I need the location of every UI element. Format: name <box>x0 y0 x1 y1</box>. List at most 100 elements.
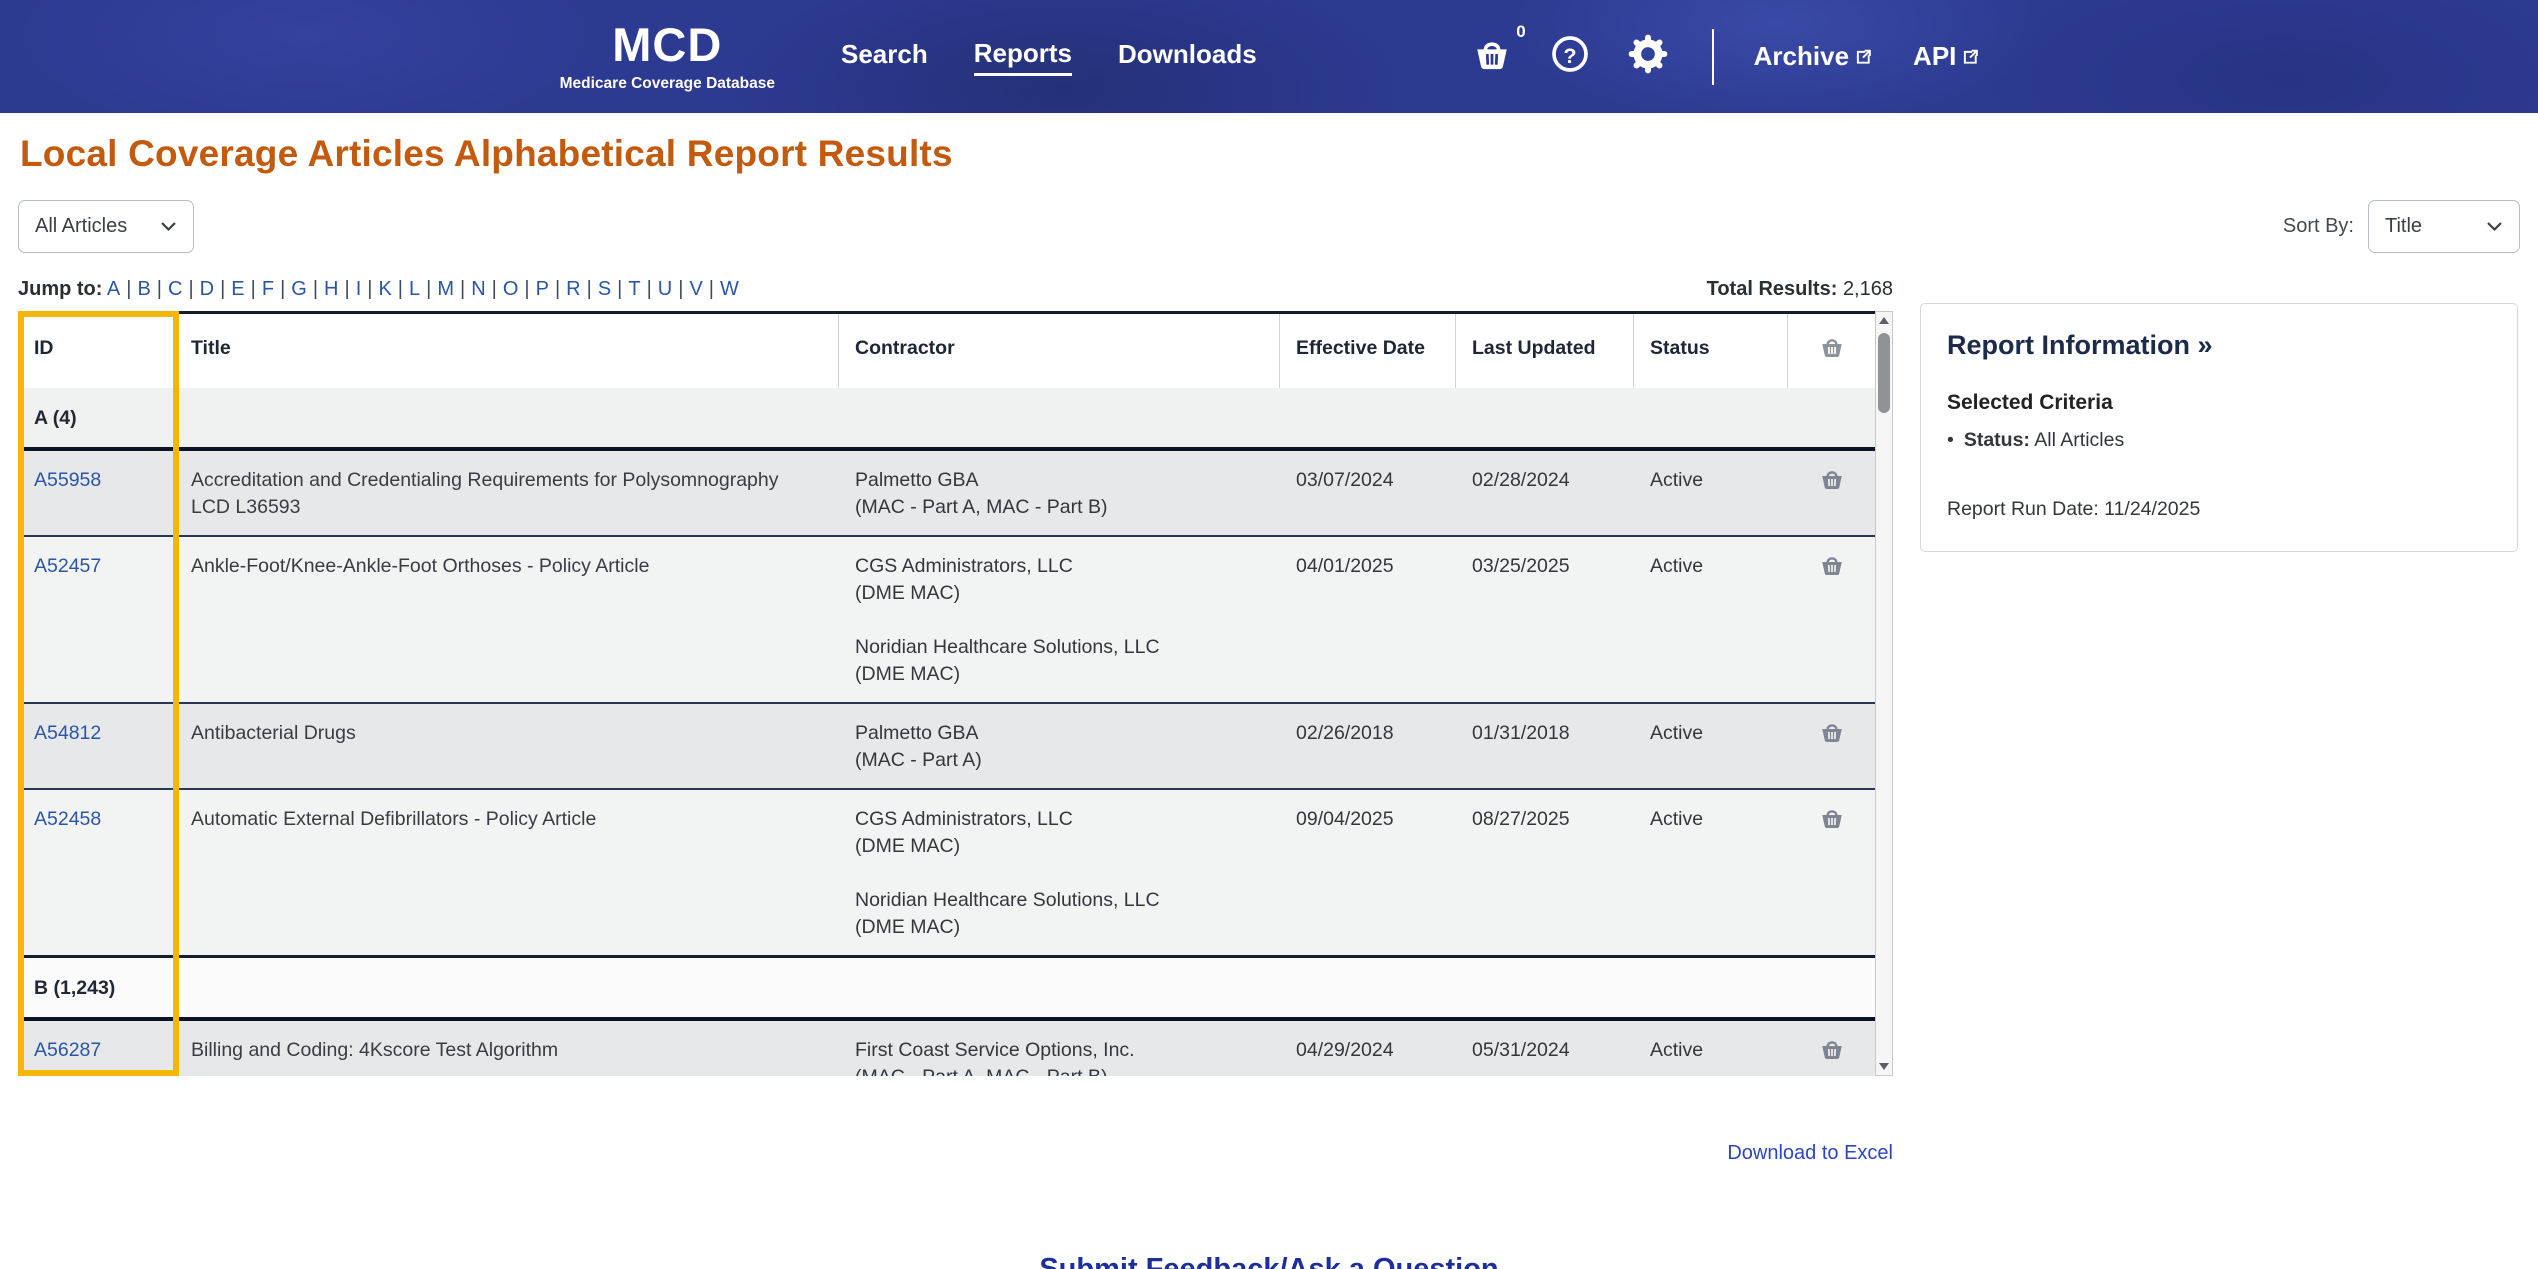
jump-to-label: Jump to: <box>18 278 103 300</box>
help-button[interactable]: ? <box>1550 34 1590 79</box>
submit-feedback-link[interactable]: Submit Feedback/Ask a Question <box>1039 1253 1498 1269</box>
contractor: CGS Administrators, LLC (DME MAC) <box>855 555 1073 604</box>
basket-icon <box>1819 1037 1845 1076</box>
article-id-link[interactable]: A54812 <box>34 722 101 744</box>
jump-separator: | <box>678 278 684 300</box>
mcd-logo[interactable]: MCD Medicare Coverage Database <box>560 21 775 93</box>
jump-letter-v[interactable]: V <box>689 278 702 300</box>
jump-letter-a[interactable]: A <box>107 278 120 300</box>
article-id-link[interactable]: A52458 <box>34 808 101 830</box>
table-scrollbar[interactable] <box>1875 311 1893 1076</box>
header-divider <box>1711 28 1714 85</box>
column-header-effective-date[interactable]: Effective Date <box>1280 314 1456 388</box>
article-title: Accreditation and Credentialing Requirem… <box>191 469 779 518</box>
basket-icon <box>1472 36 1512 77</box>
criteria-item: • Status: All Articles <box>1947 429 2125 451</box>
add-to-basket-button[interactable] <box>1788 704 1875 788</box>
article-status-select[interactable]: All Articles <box>18 200 194 253</box>
scroll-up-arrow[interactable] <box>1879 312 1889 329</box>
jump-separator: | <box>220 278 226 300</box>
scrollbar-thumb[interactable] <box>1878 333 1890 413</box>
jump-separator: | <box>156 278 162 300</box>
last-updated: 02/28/2024 <box>1472 469 1570 491</box>
column-header-title[interactable]: Title <box>175 314 839 388</box>
column-header-id[interactable]: ID <box>18 314 175 388</box>
nav-item-reports[interactable]: Reports <box>973 38 1072 76</box>
jump-letter-r[interactable]: R <box>566 278 580 300</box>
add-to-basket-button[interactable] <box>1788 790 1875 955</box>
jump-letter-c[interactable]: C <box>168 278 182 300</box>
chevron-down-icon <box>160 215 177 238</box>
main-nav: Search Reports Downloads <box>841 38 1257 76</box>
article-row: A52458 Automatic External Defibrillators… <box>18 788 1875 955</box>
column-header-status[interactable]: Status <box>1634 314 1788 388</box>
settings-button[interactable] <box>1628 34 1668 79</box>
table-header-row: ID Title Contractor Effective Date Last … <box>18 314 1875 388</box>
add-to-basket-button[interactable] <box>1788 1021 1875 1076</box>
jump-letter-e[interactable]: E <box>231 278 244 300</box>
jump-letter-o[interactable]: O <box>503 278 519 300</box>
jump-letter-k[interactable]: K <box>378 278 391 300</box>
jump-letter-f[interactable]: F <box>262 278 274 300</box>
effective-date: 09/04/2025 <box>1296 808 1394 830</box>
jump-separator: | <box>126 278 132 300</box>
jump-separator: | <box>280 278 286 300</box>
column-header-contractor[interactable]: Contractor <box>839 314 1280 388</box>
basket-icon <box>1819 553 1845 688</box>
api-link[interactable]: API <box>1913 41 1979 72</box>
add-to-basket-button[interactable] <box>1788 451 1875 535</box>
jump-separator: | <box>586 278 592 300</box>
jump-separator: | <box>426 278 432 300</box>
jump-letter-s[interactable]: S <box>598 278 611 300</box>
article-row: A52457 Ankle-Foot/Knee-Ankle-Foot Orthos… <box>18 535 1875 702</box>
jump-letter-g[interactable]: G <box>291 278 307 300</box>
effective-date: 03/07/2024 <box>1296 469 1394 491</box>
jump-separator: | <box>367 278 373 300</box>
jump-letter-h[interactable]: H <box>324 278 338 300</box>
effective-date: 04/01/2025 <box>1296 555 1394 577</box>
article-id-link[interactable]: A52457 <box>34 555 101 577</box>
column-header-last-updated[interactable]: Last Updated <box>1456 314 1634 388</box>
jump-letter-p[interactable]: P <box>536 278 549 300</box>
basket-button[interactable]: 0 <box>1472 22 1526 77</box>
jump-letter-d[interactable]: D <box>200 278 214 300</box>
article-title: Antibacterial Drugs <box>191 722 356 744</box>
basket-count-badge: 0 <box>1516 22 1526 41</box>
jump-letter-u[interactable]: U <box>658 278 672 300</box>
section-row: B (1,243) <box>18 955 1875 1021</box>
nav-item-search[interactable]: Search <box>841 39 928 74</box>
sort-by-select[interactable]: Title <box>2368 200 2520 253</box>
section-label: B (1,243) <box>34 977 116 999</box>
jump-letter-l[interactable]: L <box>409 278 420 300</box>
gear-icon <box>1628 34 1668 79</box>
article-row: A55958 Accreditation and Credentialing R… <box>18 451 1875 535</box>
report-information-title[interactable]: Report Information » <box>1947 330 2491 361</box>
basket-icon <box>1819 335 1845 367</box>
download-to-excel-link[interactable]: Download to Excel <box>1727 1142 1893 1164</box>
contractor: Noridian Healthcare Solutions, LLC (DME M… <box>855 889 1160 938</box>
sort-by-value: Title <box>2385 215 2423 237</box>
add-to-basket-button[interactable] <box>1788 537 1875 702</box>
jump-letter-b[interactable]: B <box>137 278 150 300</box>
status-value: Active <box>1650 469 1704 491</box>
article-row: A54812 Antibacterial Drugs Palmetto GBA(… <box>18 702 1875 788</box>
scroll-down-arrow[interactable] <box>1879 1058 1889 1075</box>
archive-link[interactable]: Archive <box>1754 41 1871 72</box>
basket-icon <box>1819 806 1845 941</box>
jump-letter-t[interactable]: T <box>628 278 640 300</box>
jump-separator: | <box>646 278 652 300</box>
jump-letter-m[interactable]: M <box>437 278 454 300</box>
jump-letter-n[interactable]: N <box>471 278 485 300</box>
section-label: A (4) <box>34 407 77 429</box>
column-header-basket[interactable] <box>1788 314 1875 388</box>
jump-separator: | <box>250 278 256 300</box>
mcd-logo-title: MCD <box>612 17 723 71</box>
jump-letter-w[interactable]: W <box>720 278 739 300</box>
jump-separator: | <box>491 278 497 300</box>
status-value: Active <box>1650 808 1704 830</box>
status-value: Active <box>1650 722 1704 744</box>
report-information-panel: Report Information » Selected Criteria •… <box>1920 303 2518 552</box>
nav-item-downloads[interactable]: Downloads <box>1118 39 1257 74</box>
article-id-link[interactable]: A55958 <box>34 469 101 491</box>
article-id-link[interactable]: A56287 <box>34 1039 101 1061</box>
